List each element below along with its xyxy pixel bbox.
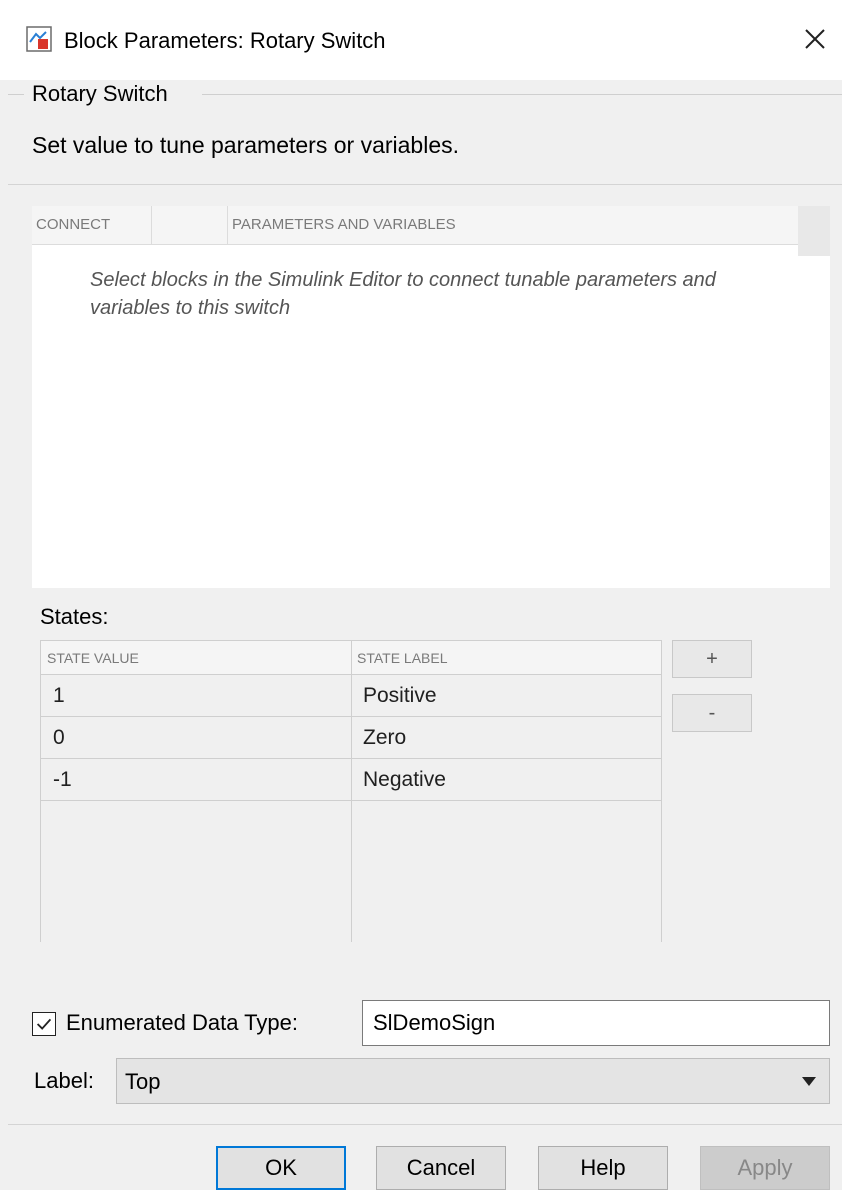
section-divider (8, 184, 842, 185)
group-border-left (8, 94, 24, 95)
title-bar: Block Parameters: Rotary Switch (0, 0, 842, 80)
enumerated-checkbox[interactable] (32, 1012, 56, 1036)
group-description: Set value to tune parameters or variable… (32, 132, 460, 158)
group-border-right (202, 94, 842, 95)
dropdown-arrow-icon (802, 1077, 816, 1086)
state-value-cell[interactable]: 1 (41, 675, 351, 716)
label-select[interactable]: Top (116, 1058, 830, 1104)
connect-empty-message: Select blocks in the Simulink Editor to … (90, 269, 716, 319)
states-label: States: (40, 604, 109, 629)
column-header-parameters: PARAMETERS AND VARIABLES (232, 216, 456, 233)
table-right-border (661, 640, 662, 942)
add-state-button[interactable]: + (672, 640, 752, 678)
state-value-cell[interactable]: -1 (41, 759, 351, 800)
column-divider (351, 640, 352, 942)
state-label-cell[interactable]: Positive (351, 675, 661, 716)
state-label-cell[interactable]: Negative (351, 759, 661, 800)
column-header-connect: CONNECT (32, 206, 152, 244)
apply-button[interactable]: Apply (700, 1146, 830, 1190)
close-icon[interactable] (800, 24, 830, 54)
enumerated-type-input[interactable] (362, 1000, 830, 1046)
button-bar-divider (8, 1124, 842, 1125)
column-header-state-label: STATE LABEL (357, 649, 448, 666)
remove-state-button[interactable]: - (672, 694, 752, 732)
state-value-cell[interactable]: 0 (41, 717, 351, 758)
states-table[interactable]: STATE VALUE STATE LABEL 1 Positive 0 Zer… (40, 640, 662, 942)
cancel-button[interactable]: Cancel (376, 1146, 506, 1190)
connect-table-scrollbar[interactable] (798, 206, 830, 256)
state-label-cell[interactable]: Zero (351, 717, 661, 758)
connect-table-header: CONNECT PARAMETERS AND VARIABLES (32, 206, 798, 245)
column-header-state-value: STATE VALUE (47, 649, 139, 666)
help-button[interactable]: Help (538, 1146, 668, 1190)
connect-table[interactable]: CONNECT PARAMETERS AND VARIABLES Select … (32, 206, 830, 588)
simulink-block-icon (26, 26, 52, 52)
window-title: Block Parameters: Rotary Switch (64, 28, 386, 53)
label-field-label: Label: (34, 1068, 94, 1093)
ok-button[interactable]: OK (216, 1146, 346, 1190)
column-header-blank (152, 206, 228, 244)
enumerated-label: Enumerated Data Type: (66, 1010, 298, 1035)
label-select-value: Top (125, 1069, 161, 1094)
group-title: Rotary Switch (32, 80, 174, 108)
